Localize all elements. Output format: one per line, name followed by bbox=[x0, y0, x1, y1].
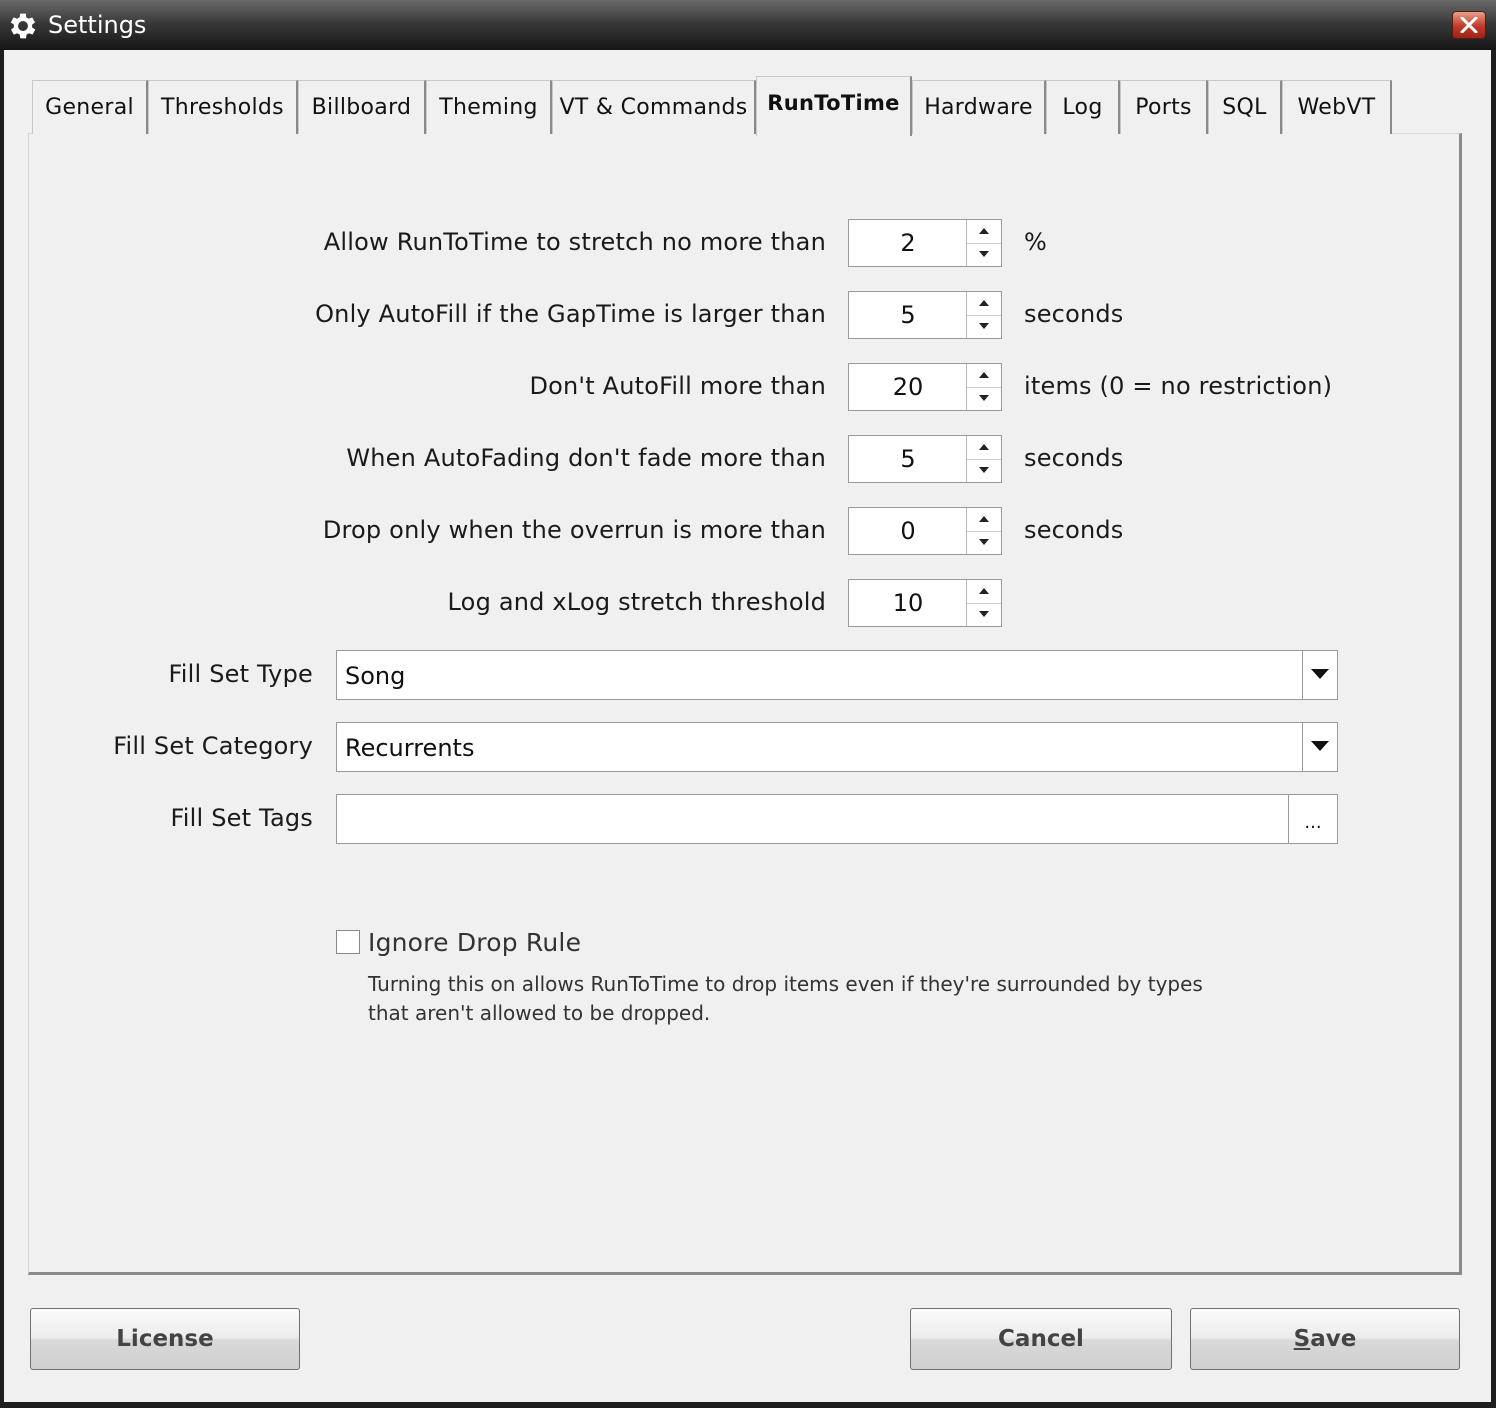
fill-set-type-dropdown-button[interactable] bbox=[1302, 651, 1337, 699]
arrow-up-icon bbox=[979, 228, 989, 234]
fill-set-category-value: Recurrents bbox=[345, 734, 475, 762]
arrow-down-icon bbox=[979, 611, 989, 617]
close-icon bbox=[1460, 17, 1478, 33]
fill-set-category-label: Fill Set Category bbox=[113, 732, 313, 760]
tab-thresholds[interactable]: Thresholds bbox=[148, 80, 298, 134]
autofade-max-label: When AutoFading don't fade more than bbox=[346, 444, 826, 472]
fill-set-tags-browse-button[interactable]: ... bbox=[1288, 795, 1337, 843]
tab-billboard[interactable]: Billboard bbox=[298, 80, 426, 134]
arrow-up-icon bbox=[979, 516, 989, 522]
autofill-max-down-button[interactable] bbox=[967, 387, 1001, 410]
autofill-max-unit: items (0 = no restriction) bbox=[1024, 372, 1333, 400]
autofade-max-value[interactable]: 5 bbox=[849, 436, 967, 482]
autofill-max-label: Don't AutoFill more than bbox=[529, 372, 826, 400]
autofill-gap-stepper[interactable]: 5 bbox=[848, 291, 1002, 339]
autofade-max-down-button[interactable] bbox=[967, 459, 1001, 482]
fill-set-type-label: Fill Set Type bbox=[168, 660, 313, 688]
arrow-up-icon bbox=[979, 444, 989, 450]
settings-window: Settings General Thresholds Billboard Th… bbox=[0, 0, 1496, 1408]
save-button[interactable]: Save bbox=[1190, 1308, 1460, 1370]
autofill-gap-down-button[interactable] bbox=[967, 315, 1001, 338]
stretch-limit-value[interactable]: 2 bbox=[849, 220, 967, 266]
drop-overrun-stepper[interactable]: 0 bbox=[848, 507, 1002, 555]
log-stretch-threshold-stepper[interactable]: 10 bbox=[848, 579, 1002, 627]
log-stretch-threshold-label: Log and xLog stretch threshold bbox=[447, 588, 826, 616]
ignore-drop-rule-checkbox[interactable] bbox=[336, 930, 360, 954]
chevron-down-icon bbox=[1311, 669, 1329, 679]
arrow-down-icon bbox=[979, 395, 989, 401]
stretch-limit-stepper[interactable]: 2 bbox=[848, 219, 1002, 267]
tab-hardware[interactable]: Hardware bbox=[912, 80, 1046, 134]
ignore-drop-rule-description: Turning this on allows RunToTime to drop… bbox=[368, 972, 1203, 1025]
arrow-down-icon bbox=[979, 251, 989, 257]
fill-set-tags-label: Fill Set Tags bbox=[170, 804, 313, 832]
fill-set-category-select[interactable]: Recurrents bbox=[336, 722, 1338, 772]
fill-set-type-select[interactable]: Song bbox=[336, 650, 1338, 700]
drop-overrun-up-button[interactable] bbox=[967, 508, 1001, 532]
arrow-up-icon bbox=[979, 372, 989, 378]
autofill-gap-label: Only AutoFill if the GapTime is larger t… bbox=[315, 300, 826, 328]
arrow-down-icon bbox=[979, 467, 989, 473]
fill-set-type-value: Song bbox=[345, 662, 406, 690]
autofade-max-unit: seconds bbox=[1024, 444, 1124, 472]
tab-webvt[interactable]: WebVT bbox=[1282, 80, 1392, 134]
log-stretch-threshold-up-button[interactable] bbox=[967, 580, 1001, 604]
log-stretch-threshold-value[interactable]: 10 bbox=[849, 580, 967, 626]
autofill-max-stepper[interactable]: 20 bbox=[848, 363, 1002, 411]
save-label-rest: ave bbox=[1310, 1326, 1357, 1352]
autofill-max-up-button[interactable] bbox=[967, 364, 1001, 388]
arrow-down-icon bbox=[979, 539, 989, 545]
autofill-max-value[interactable]: 20 bbox=[849, 364, 967, 410]
stretch-limit-up-button[interactable] bbox=[967, 220, 1001, 244]
tab-theming[interactable]: Theming bbox=[426, 80, 552, 134]
autofill-gap-up-button[interactable] bbox=[967, 292, 1001, 316]
stretch-limit-unit: % bbox=[1024, 228, 1048, 256]
log-stretch-threshold-down-button[interactable] bbox=[967, 603, 1001, 626]
tab-vt-commands[interactable]: VT & Commands bbox=[552, 80, 756, 134]
window-border-left bbox=[0, 50, 4, 1408]
fill-set-tags-input[interactable]: ... bbox=[336, 794, 1338, 844]
tab-runtotime[interactable]: RunToTime bbox=[756, 76, 912, 136]
title-bar[interactable]: Settings bbox=[0, 0, 1496, 50]
tab-general[interactable]: General bbox=[32, 80, 148, 134]
chevron-down-icon bbox=[1311, 741, 1329, 751]
license-button[interactable]: License bbox=[30, 1308, 300, 1370]
arrow-down-icon bbox=[979, 323, 989, 329]
stretch-limit-label: Allow RunToTime to stretch no more than bbox=[323, 228, 826, 256]
ignore-drop-rule-label[interactable]: Ignore Drop Rule bbox=[368, 928, 581, 957]
save-mnemonic: S bbox=[1293, 1326, 1311, 1352]
arrow-up-icon bbox=[979, 300, 989, 306]
window-title: Settings bbox=[48, 11, 147, 39]
arrow-up-icon bbox=[979, 588, 989, 594]
autofade-max-stepper[interactable]: 5 bbox=[848, 435, 1002, 483]
cancel-button[interactable]: Cancel bbox=[910, 1308, 1172, 1370]
gear-icon bbox=[10, 13, 36, 39]
window-border-right bbox=[1491, 50, 1496, 1408]
autofill-gap-value[interactable]: 5 bbox=[849, 292, 967, 338]
close-button[interactable] bbox=[1452, 11, 1486, 39]
fill-set-category-dropdown-button[interactable] bbox=[1302, 723, 1337, 771]
autofill-gap-unit: seconds bbox=[1024, 300, 1124, 328]
window-border-bottom bbox=[0, 1402, 1496, 1408]
drop-overrun-value[interactable]: 0 bbox=[849, 508, 967, 554]
stretch-limit-down-button[interactable] bbox=[967, 243, 1001, 266]
tab-log[interactable]: Log bbox=[1046, 80, 1120, 134]
drop-overrun-down-button[interactable] bbox=[967, 531, 1001, 554]
tab-ports[interactable]: Ports bbox=[1120, 80, 1208, 134]
drop-overrun-label: Drop only when the overrun is more than bbox=[322, 516, 826, 544]
drop-overrun-unit: seconds bbox=[1024, 516, 1124, 544]
tab-sql[interactable]: SQL bbox=[1208, 80, 1282, 134]
autofade-max-up-button[interactable] bbox=[967, 436, 1001, 460]
